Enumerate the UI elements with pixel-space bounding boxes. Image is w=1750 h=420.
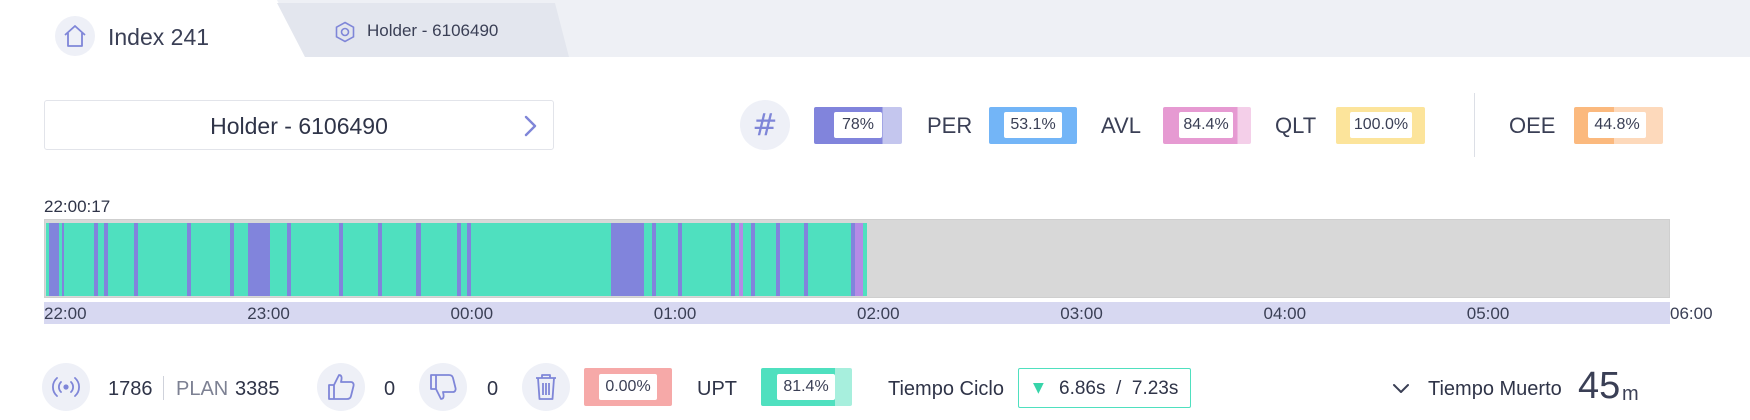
plan-label: PLAN xyxy=(176,378,229,400)
thumbs-up-icon[interactable] xyxy=(317,363,365,411)
timeline-tick-label: 04:00 xyxy=(1263,304,1307,323)
timeline-tick-label: 22:00 xyxy=(44,304,87,323)
timeline-stop-segment[interactable] xyxy=(416,223,421,296)
timeline-tick-label: 05:00 xyxy=(1466,304,1510,323)
timeline-stop-segment[interactable] xyxy=(93,223,98,296)
kpi-oee-box: 44.8% xyxy=(1574,107,1663,144)
timeline-stop-segment[interactable] xyxy=(134,223,139,296)
timeline-stop-segment[interactable] xyxy=(377,223,382,296)
timeline-stop-segment[interactable] xyxy=(339,223,344,296)
timeline-stop-segment[interactable] xyxy=(286,223,291,296)
likes-count: 0 xyxy=(384,378,396,400)
timeline-tick-label: 01:00 xyxy=(653,304,697,323)
timeline-tick-label: 03:00 xyxy=(1060,304,1103,323)
timeline-stop-segment[interactable] xyxy=(62,223,65,296)
kpi-avl-label: AVL xyxy=(1101,113,1141,138)
chevron-down-icon[interactable] xyxy=(1392,382,1410,400)
timeline-stop-segment[interactable] xyxy=(467,223,472,296)
kpi-oee-label: OEE xyxy=(1509,113,1556,138)
kpi-separator xyxy=(1474,93,1475,157)
tiempo-ciclo-box: ▼ 6.86s / 7.23s xyxy=(1018,368,1191,408)
upt-box: 81.4% xyxy=(761,368,852,406)
chevron-right-icon[interactable] xyxy=(519,113,541,144)
timeline-other-segment[interactable] xyxy=(739,223,744,296)
tab-index-label: Index 241 xyxy=(108,24,210,50)
timeline-other-segment[interactable] xyxy=(854,223,864,296)
timeline-stop-segment[interactable] xyxy=(751,223,756,296)
triangle-down-icon: ▼ xyxy=(1033,380,1044,396)
timeline-stop-segment[interactable] xyxy=(49,223,60,296)
trash-icon[interactable] xyxy=(522,363,570,411)
timeline-start-time: 22:00:17 xyxy=(44,197,111,216)
timeline-stop-segment[interactable] xyxy=(103,223,108,296)
timeline-stop-segment[interactable] xyxy=(248,223,271,296)
scrap-box: 0.00% xyxy=(584,368,672,406)
kpi-per-box: 53.1% xyxy=(989,107,1077,144)
tab-holder[interactable]: Holder - 6106490 xyxy=(277,3,569,57)
thumbs-down-icon[interactable] xyxy=(419,363,467,411)
timeline-stop-segment[interactable] xyxy=(678,223,683,296)
hexagon-icon xyxy=(334,21,356,48)
kpi-performance-box: 78% xyxy=(814,107,902,144)
timeline-stop-segment[interactable] xyxy=(651,223,657,296)
kpi-qlt-box: 100.0% xyxy=(1336,107,1425,144)
kpi-avl-value: 84.4% xyxy=(1179,112,1233,138)
tab-index[interactable]: Index 241 xyxy=(0,0,305,57)
tab-bar: Index 241 Holder - 6106490 xyxy=(0,0,1750,57)
produced-count: 1786 xyxy=(108,378,153,400)
timeline-tick-label: 00:00 xyxy=(450,304,494,323)
count-separator xyxy=(163,376,164,400)
tiempo-muerto-value: 45 xyxy=(1578,365,1621,407)
signal-icon xyxy=(42,363,90,411)
home-icon[interactable] xyxy=(55,16,95,56)
kpi-oee-value: 44.8% xyxy=(1588,112,1646,138)
timeline-stop-segment[interactable] xyxy=(775,223,780,296)
kpi-performance-value: 78% xyxy=(834,112,882,138)
kpi-per-label: PER xyxy=(927,113,973,138)
timeline-stop-segment[interactable] xyxy=(731,223,736,296)
timeline-stop-segment[interactable] xyxy=(229,223,234,296)
kpi-qlt-value: 100.0% xyxy=(1350,112,1412,138)
upt-label: UPT xyxy=(697,378,737,400)
production-timeline[interactable] xyxy=(44,219,1670,298)
dislikes-count: 0 xyxy=(487,378,499,400)
timeline-stop-segment[interactable] xyxy=(611,223,644,296)
holder-selector[interactable]: Holder - 6106490 xyxy=(44,100,554,150)
holder-selector-label: Holder - 6106490 xyxy=(210,113,388,139)
timeline-stop-segment[interactable] xyxy=(187,223,192,296)
hash-icon: # xyxy=(740,100,790,150)
timeline-tick-label: 23:00 xyxy=(247,304,290,323)
tiempo-muerto-unit: m xyxy=(1622,383,1639,405)
kpi-per-value: 53.1% xyxy=(1004,112,1062,138)
tiempo-ciclo-values: 6.86s / 7.23s xyxy=(1059,378,1179,399)
scrap-value: 0.00% xyxy=(599,374,657,400)
tiempo-muerto-label: Tiempo Muerto xyxy=(1428,378,1562,400)
upt-value: 81.4% xyxy=(777,374,835,400)
tiempo-ciclo-label: Tiempo Ciclo xyxy=(888,378,1004,400)
tab-holder-label: Holder - 6106490 xyxy=(367,21,499,40)
kpi-avl-box: 84.4% xyxy=(1163,107,1251,144)
plan-value: 3385 xyxy=(235,378,280,400)
timeline-tick-label: 02:00 xyxy=(857,304,900,323)
timeline-stop-segment[interactable] xyxy=(457,223,462,296)
timeline-stop-segment[interactable] xyxy=(804,223,809,296)
kpi-qlt-label: QLT xyxy=(1275,113,1317,138)
timeline-tick-label: 06:00 xyxy=(1670,304,1713,323)
